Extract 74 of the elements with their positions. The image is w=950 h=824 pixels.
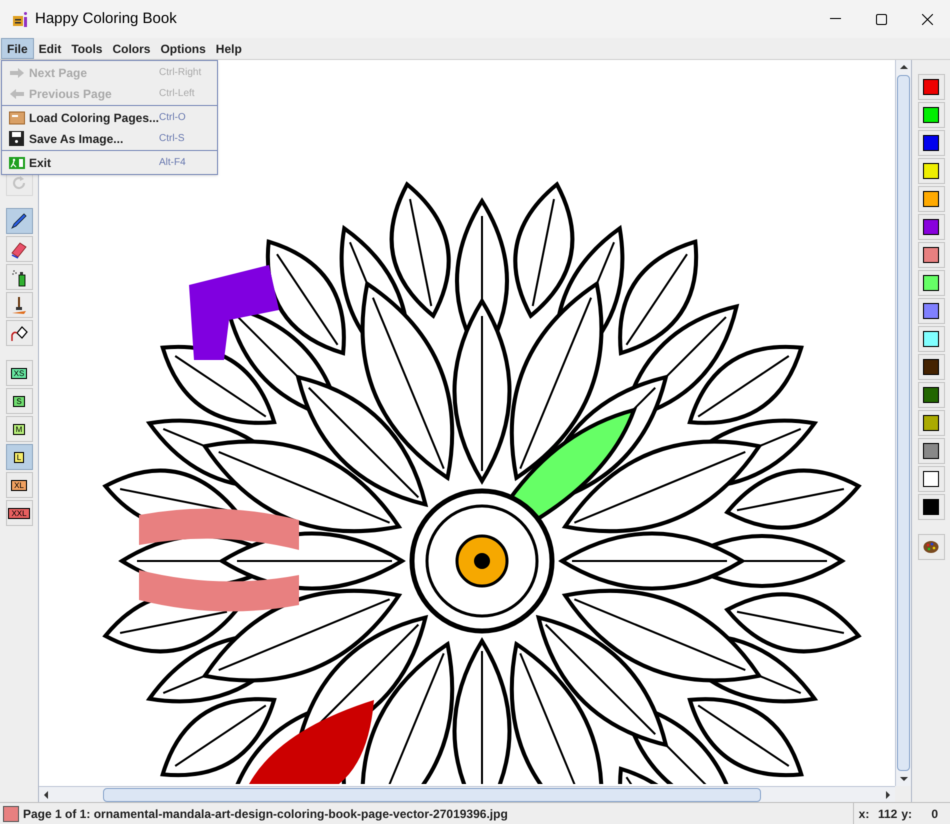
- horizontal-scrollbar[interactable]: [39, 786, 895, 802]
- exit-sign-icon: [9, 156, 25, 168]
- menu-entry[interactable]: Exit Alt-F4: [2, 152, 217, 173]
- x-label: x:: [858, 806, 870, 822]
- tool-button[interactable]: [6, 236, 32, 262]
- menu-entry[interactable]: Load Coloring Pages...Ctrl-O: [2, 107, 217, 128]
- tool-button[interactable]: [6, 264, 32, 290]
- custom-color-button[interactable]: [918, 534, 944, 560]
- color-swatch-button[interactable]: [918, 354, 944, 380]
- y-label: y:: [901, 806, 912, 822]
- minimize-icon: [830, 18, 840, 20]
- close-icon: [922, 14, 932, 24]
- color-swatch-button[interactable]: [918, 130, 944, 156]
- tool-button[interactable]: [6, 208, 32, 234]
- color-swatch-button[interactable]: [918, 410, 944, 436]
- x-value: 112: [876, 806, 898, 822]
- shortcut-label: Ctrl-Right: [159, 66, 202, 80]
- menu-item[interactable]: Options: [155, 38, 211, 59]
- color-swatch-button[interactable]: [918, 158, 944, 184]
- page-info: Page 1 of 1: ornamental-mandala-art-design-coloring-book-page-vector-27019396.jpg: [23, 806, 508, 822]
- menu-item[interactable]: File: [1, 38, 34, 59]
- size-tag: L: [14, 452, 24, 462]
- color-swatch-button[interactable]: [918, 270, 944, 296]
- menu-item[interactable]: Edit: [34, 38, 66, 59]
- shortcut-label: Ctrl-Left: [159, 87, 196, 101]
- scrollbar-thumb[interactable]: [103, 788, 761, 802]
- color-swatch-button[interactable]: [918, 74, 944, 100]
- menu-entry-label: Save As Image...: [29, 130, 124, 148]
- scrollbar-thumb[interactable]: [897, 75, 910, 771]
- tool-button[interactable]: [6, 320, 32, 346]
- redo-icon: [11, 175, 27, 191]
- color-swatch-button[interactable]: [918, 102, 944, 128]
- brush-size-button[interactable]: S: [6, 388, 32, 414]
- y-value: 0: [930, 806, 938, 822]
- menu-entry[interactable]: Save As Image... Ctrl-S: [2, 128, 217, 149]
- shortcut-label: Alt-F4: [159, 156, 187, 170]
- right-arrow-icon: [9, 66, 25, 78]
- pencil-icon: [9, 211, 29, 231]
- menu-item[interactable]: Help: [210, 38, 247, 59]
- maximize-icon: [876, 14, 886, 24]
- app-icon: [12, 10, 28, 28]
- color-swatch-button[interactable]: [918, 494, 944, 520]
- color-swatch-button[interactable]: [918, 326, 944, 352]
- left-arrow-icon: [9, 88, 25, 100]
- color-swatch-button[interactable]: [918, 214, 944, 240]
- window-title: Happy Coloring Book: [35, 8, 177, 29]
- menu-entry-label: Previous Page: [29, 86, 112, 102]
- palette-icon: [923, 540, 939, 554]
- vertical-scrollbar[interactable]: [895, 60, 911, 786]
- menu-entry-label: Load Coloring Pages...: [29, 110, 160, 126]
- size-tag: M: [12, 424, 26, 434]
- tool-button[interactable]: [6, 292, 32, 318]
- menu-entry-label: Exit: [29, 154, 52, 172]
- color-swatch-button[interactable]: [918, 382, 944, 408]
- shortcut-label: Ctrl-S: [159, 132, 186, 146]
- folder-icon: [9, 110, 25, 124]
- menu-item[interactable]: Tools: [66, 38, 108, 59]
- size-tag: XXL: [8, 508, 30, 518]
- brush-size-button[interactable]: M: [6, 416, 32, 442]
- color-swatch-button[interactable]: [918, 466, 944, 492]
- shortcut-label: Ctrl-O: [159, 111, 187, 125]
- color-swatch-button[interactable]: [918, 298, 944, 324]
- brush-size-button[interactable]: XS: [6, 360, 32, 386]
- size-tag: S: [13, 396, 25, 406]
- brush-size-button[interactable]: XL: [6, 472, 32, 498]
- color-swatch-button[interactable]: [918, 242, 944, 268]
- size-tag: XL: [11, 480, 27, 490]
- color-swatch-button[interactable]: [918, 438, 944, 464]
- menu-entry-label: Next Page: [29, 64, 88, 82]
- brush-size-button[interactable]: L: [6, 444, 32, 470]
- brush-size-button[interactable]: XXL: [6, 500, 32, 526]
- size-tag: XS: [10, 368, 28, 378]
- color-swatch-button[interactable]: [918, 186, 944, 212]
- menu-item[interactable]: Colors: [107, 38, 156, 59]
